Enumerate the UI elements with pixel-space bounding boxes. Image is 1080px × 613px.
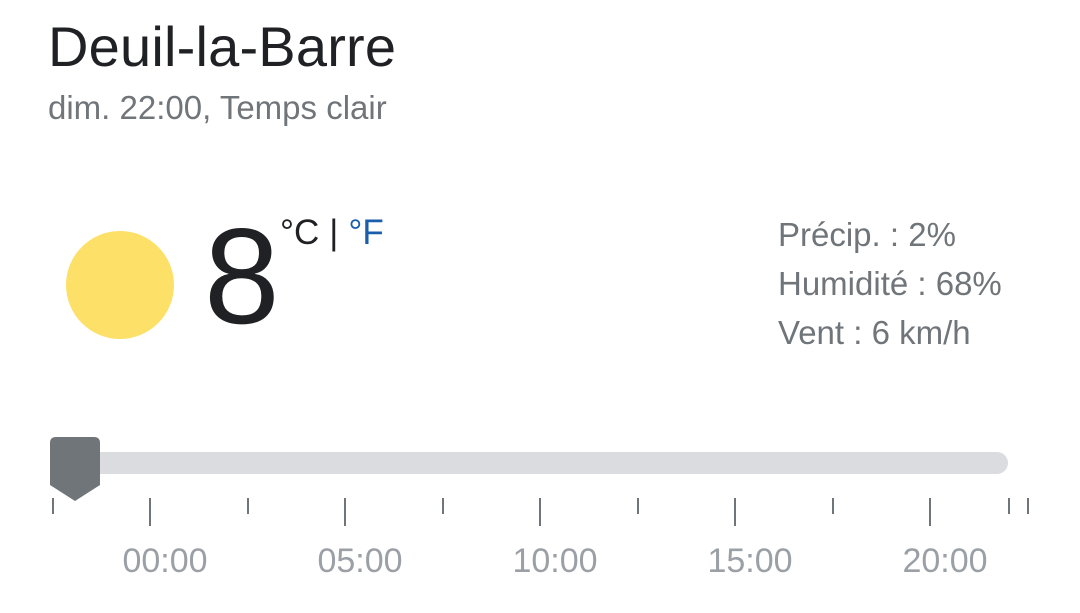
minor-tick (1027, 498, 1029, 514)
weather-card: Deuil-la-Barre dim. 22:00, Temps clair 8… (0, 0, 1080, 613)
weather-details: Précip. : 2% Humidité : 68% Vent : 6 km/… (778, 210, 1002, 357)
fahrenheit-link[interactable]: °F (348, 213, 383, 252)
minor-tick (52, 498, 54, 514)
major-tick (539, 498, 541, 526)
timeline-ticks (0, 498, 1080, 526)
minor-tick (247, 498, 249, 514)
timeline-label: 05:00 (317, 542, 403, 580)
precipitation-text: Précip. : 2% (778, 216, 956, 253)
humidity-text: Humidité : 68% (778, 265, 1002, 302)
unit-switcher: °C | °F (280, 212, 384, 254)
celsius-unit: °C (280, 213, 320, 252)
date-condition: dim. 22:00, Temps clair (48, 89, 387, 126)
timeline-label: 20:00 (902, 542, 988, 580)
major-tick (344, 498, 346, 526)
timeline-label: 00:00 (122, 542, 208, 580)
location-title: Deuil-la-Barre (48, 15, 397, 78)
minor-tick (832, 498, 834, 514)
sun-icon (66, 231, 174, 339)
minor-tick (637, 498, 639, 514)
timeline-track[interactable] (60, 452, 1008, 474)
timeline-label: 10:00 (512, 542, 598, 580)
timeline-handle[interactable] (50, 437, 100, 501)
temperature-value: 8 (204, 200, 280, 352)
major-tick (149, 498, 151, 526)
minor-tick (442, 498, 444, 514)
timeline-label: 15:00 (707, 542, 793, 580)
major-tick (734, 498, 736, 526)
minor-tick (1008, 498, 1010, 514)
major-tick (929, 498, 931, 526)
wind-text: Vent : 6 km/h (778, 314, 971, 351)
unit-separator: | (329, 213, 339, 252)
